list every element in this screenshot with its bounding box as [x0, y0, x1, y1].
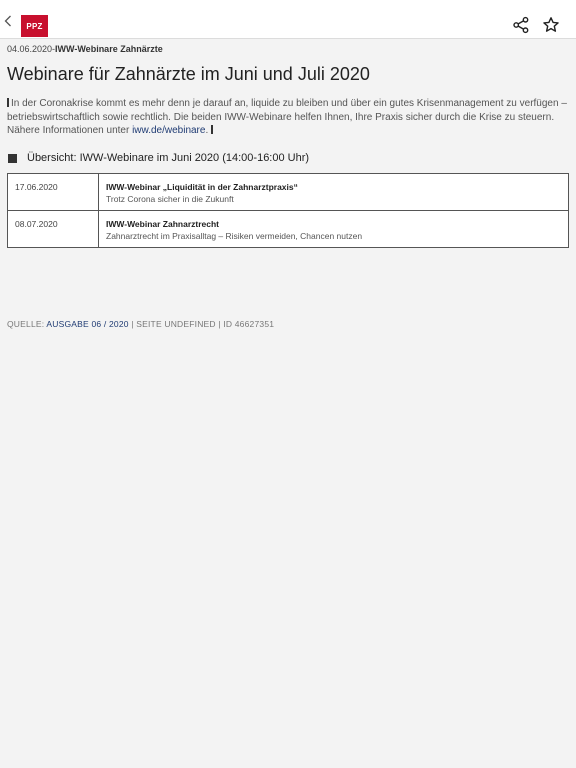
- app-logo[interactable]: PPZ: [21, 15, 48, 37]
- webinar-table: 17.06.2020 IWW-Webinar „Liquidität in de…: [7, 173, 569, 248]
- webinar-title: IWW-Webinar Zahnarztrecht: [106, 219, 220, 229]
- webinar-date: 17.06.2020: [7, 173, 99, 211]
- article-intro: In der Coronakrise kommt es mehr denn je…: [7, 97, 571, 138]
- source-details: | SEITE UNDEFINED | ID 46627351: [128, 319, 275, 329]
- webinar-title: IWW-Webinar „Liquidität in der Zahnarztp…: [106, 182, 298, 192]
- intro-start-marker: [7, 98, 9, 107]
- webinare-link[interactable]: iww.de/webinare: [132, 125, 205, 136]
- star-icon: [543, 17, 559, 32]
- top-bar: PPZ: [0, 0, 576, 39]
- share-button[interactable]: [512, 16, 530, 34]
- webinar-date: 08.07.2020: [7, 210, 99, 248]
- article-title: Webinare für Zahnärzte im Juni und Juli …: [7, 64, 370, 84]
- square-bullet-icon: [8, 153, 17, 163]
- article-meta: 04.06.2020-IWW-Webinare Zahnärzte: [7, 44, 163, 54]
- back-button[interactable]: [2, 14, 14, 28]
- issue-link[interactable]: AUSGABE 06 / 2020: [46, 319, 128, 329]
- intro-end: .: [205, 125, 209, 136]
- table-row: 17.06.2020 IWW-Webinar „Liquidität in de…: [7, 173, 569, 211]
- webinar-details: IWW-Webinar „Liquidität in der Zahnarztp…: [98, 173, 569, 211]
- webinar-details: IWW-Webinar Zahnarztrecht Zahnarztrecht …: [98, 210, 569, 248]
- bookmark-button[interactable]: [542, 16, 560, 34]
- article-source: QUELLE: AUSGABE 06 / 2020 | SEITE UNDEFI…: [7, 319, 274, 329]
- article-category: IWW-Webinare Zahnärzte: [55, 44, 163, 54]
- share-icon: [513, 16, 529, 34]
- overview-heading: Übersicht: IWW-Webinare im Juni 2020 (14…: [8, 152, 309, 164]
- chevron-left-icon: [4, 15, 11, 27]
- intro-text: In der Coronakrise kommt es mehr denn je…: [7, 98, 567, 136]
- table-row: 08.07.2020 IWW-Webinar Zahnarztrecht Zah…: [7, 210, 569, 248]
- source-label: QUELLE:: [7, 319, 47, 329]
- overview-heading-text: Übersicht: IWW-Webinare im Juni 2020 (14…: [27, 152, 310, 164]
- intro-end-marker: [211, 125, 214, 134]
- webinar-subtitle: Zahnarztrecht im Praxisalltag – Risiken …: [106, 231, 363, 241]
- webinar-subtitle: Trotz Corona sicher in die Zukunft: [106, 194, 234, 204]
- article-date: 04.06.2020: [7, 44, 53, 54]
